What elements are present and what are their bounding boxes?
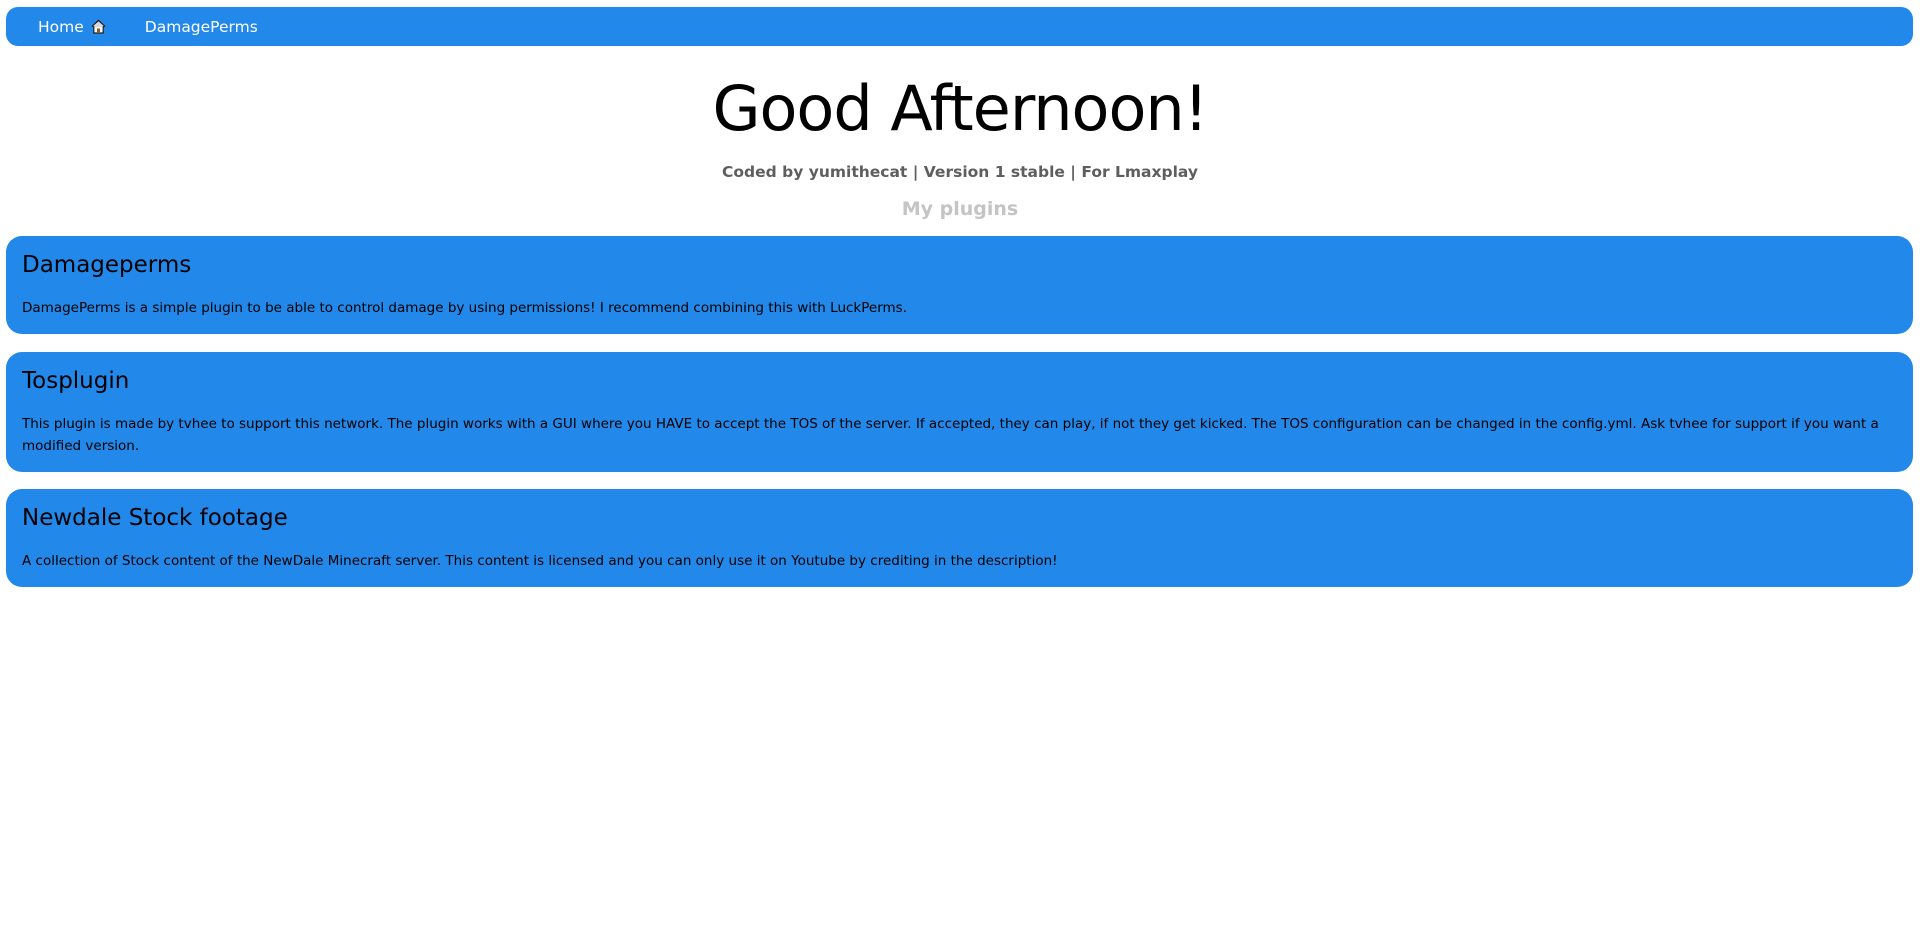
plugin-card-description: A collection of Stock content of the New… (22, 553, 1058, 569)
nav-damageperms-link[interactable]: DamagePerms (145, 18, 258, 36)
plugin-card-newdale-stock-footage[interactable]: Newdale Stock footage A collection of St… (6, 489, 1913, 587)
section-heading: My plugins (901, 198, 1019, 220)
plugin-card-title: Tosplugin (22, 368, 130, 394)
plugin-card-description: DamagePerms is a simple plugin to be abl… (22, 300, 907, 316)
plugin-card-title: Damageperms (22, 252, 192, 278)
plugin-card-title: Newdale Stock footage (22, 505, 288, 531)
nav-home-label: Home (38, 17, 84, 36)
page-title: Good Afternoon! (712, 72, 1208, 145)
top-navbar: Home DamagePerms (6, 7, 1913, 46)
nav-home-link[interactable]: Home (38, 18, 107, 36)
plugin-card-description: This plugin is made by tvhee to support … (22, 416, 1879, 454)
credits-text: Coded by yumithecat | Version 1 stable |… (722, 163, 1198, 181)
plugin-card-tosplugin[interactable]: Tosplugin This plugin is made by tvhee t… (6, 352, 1913, 472)
home-icon (90, 18, 107, 35)
plugin-card-damageperms[interactable]: Damageperms DamagePerms is a simple plug… (6, 236, 1913, 334)
